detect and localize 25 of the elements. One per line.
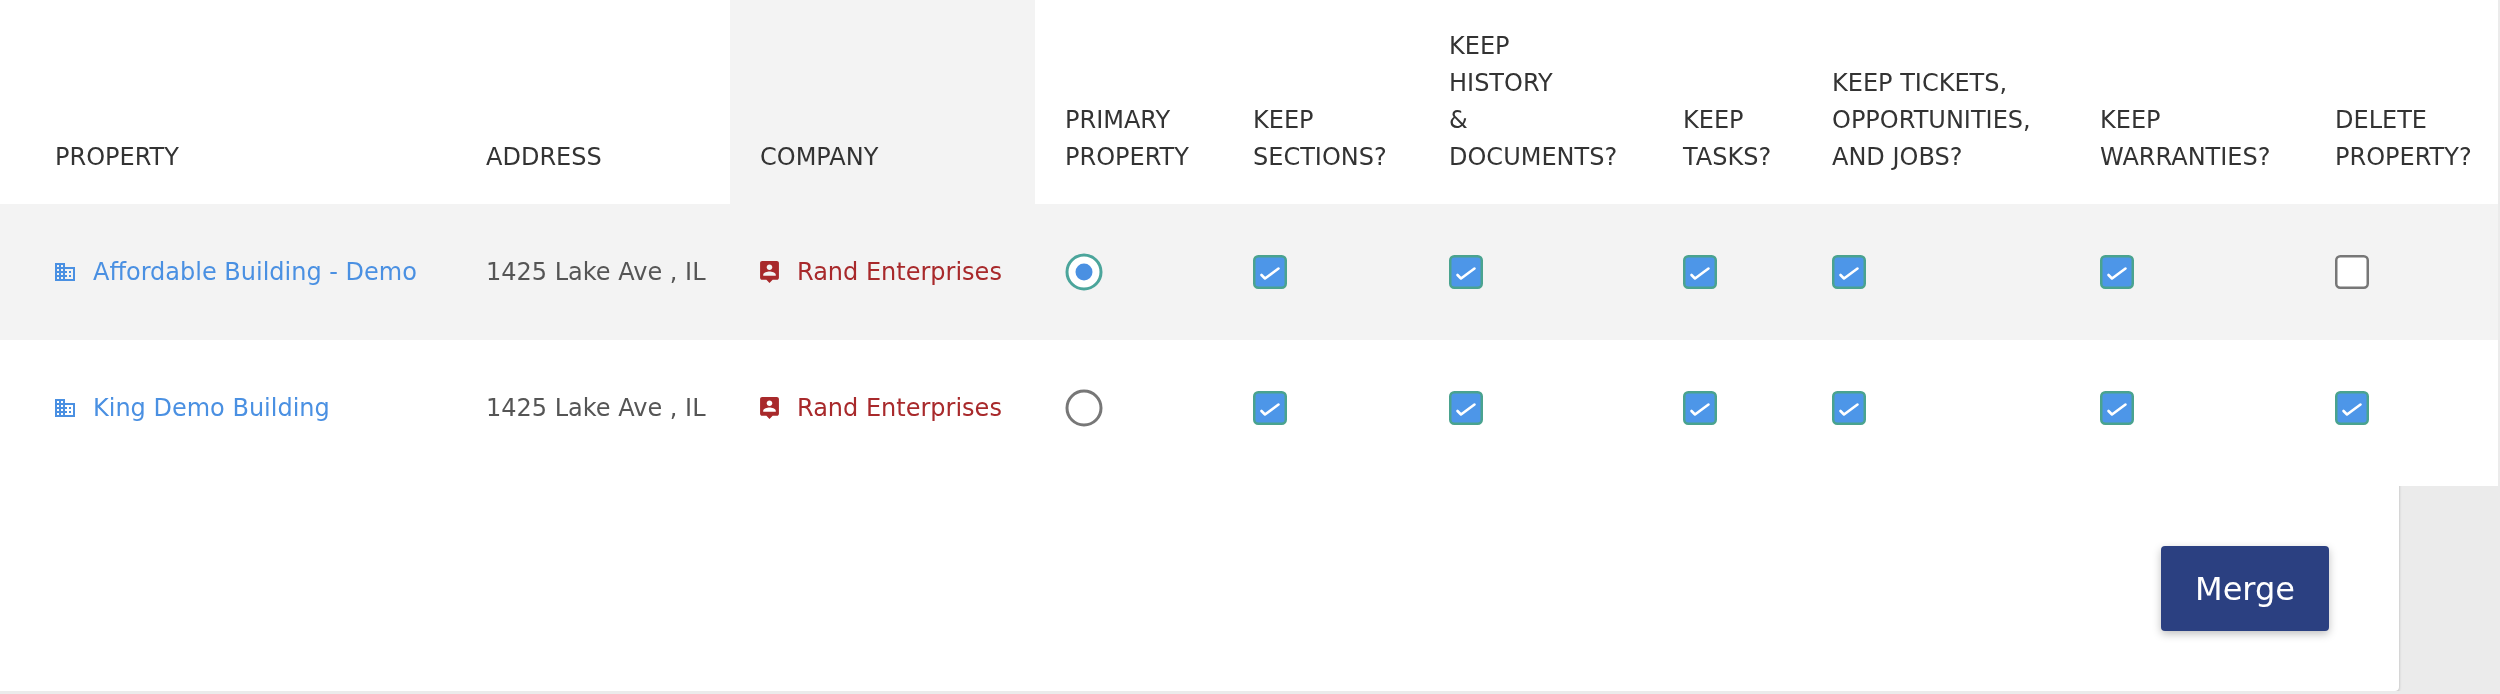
person-pin-icon bbox=[760, 397, 779, 419]
checkbox[interactable] bbox=[2100, 391, 2134, 425]
address-text: 1425 Lake Ave , IL bbox=[486, 257, 706, 288]
checkbox[interactable] bbox=[1449, 255, 1483, 289]
company-link[interactable]: Rand Enterprises bbox=[797, 391, 1002, 425]
checkbox[interactable] bbox=[2335, 391, 2369, 425]
person-pin-icon bbox=[760, 261, 779, 283]
column-header: COMPANY bbox=[730, 0, 1035, 204]
checkbox[interactable] bbox=[1253, 391, 1287, 425]
checkbox[interactable] bbox=[1449, 391, 1483, 425]
checkbox[interactable] bbox=[2100, 255, 2134, 289]
building-icon bbox=[55, 262, 75, 282]
radio-button[interactable] bbox=[1065, 253, 1103, 291]
checkbox[interactable] bbox=[1253, 255, 1287, 289]
property-link[interactable]: King Demo Building bbox=[93, 391, 330, 425]
building-icon bbox=[55, 398, 75, 418]
merge-button[interactable]: Merge bbox=[2161, 546, 2329, 631]
checkbox[interactable] bbox=[1832, 255, 1866, 289]
checkbox[interactable] bbox=[1683, 391, 1717, 425]
checkbox[interactable] bbox=[2335, 255, 2369, 289]
address-text: 1425 Lake Ave , IL bbox=[486, 393, 706, 424]
radio-button[interactable] bbox=[1065, 389, 1103, 427]
checkbox[interactable] bbox=[1832, 391, 1866, 425]
company-link[interactable]: Rand Enterprises bbox=[797, 255, 1002, 289]
checkbox[interactable] bbox=[1683, 255, 1717, 289]
